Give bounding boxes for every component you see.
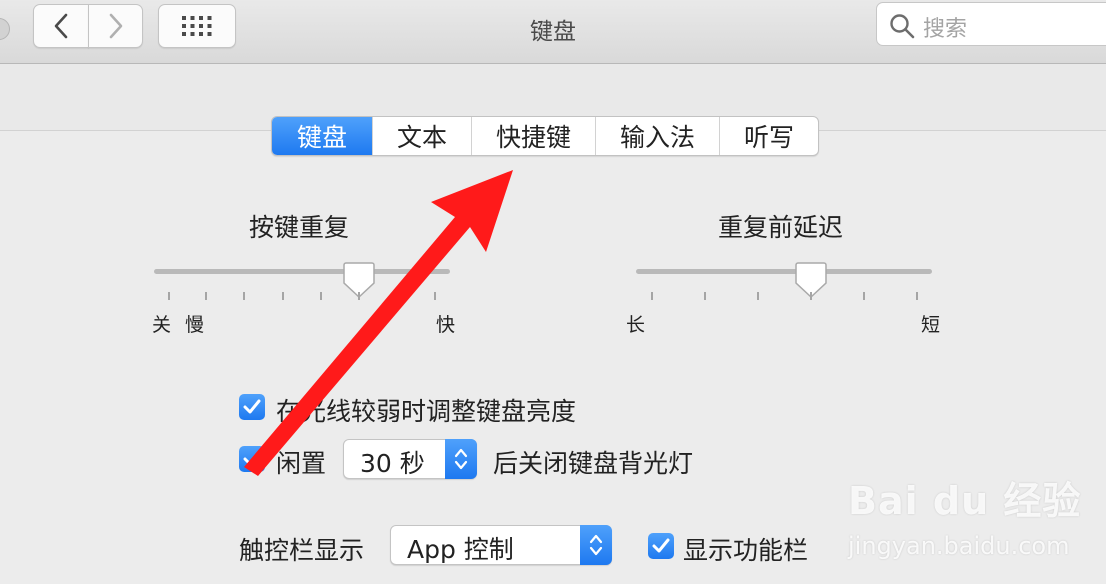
checkmark-icon	[243, 399, 261, 414]
tab-keyboard[interactable]: 键盘	[272, 117, 373, 155]
tab-bar: 键盘 文本 快捷键 输入法 听写	[271, 116, 819, 156]
up-down-chevron-icon	[589, 534, 603, 556]
idle-duration-value: 30 秒	[360, 449, 425, 478]
delay-tick	[810, 292, 812, 300]
baidu-watermark-url: jingyan.baidu.com	[848, 532, 1070, 560]
checkmark-icon	[652, 538, 670, 553]
key-repeat-label-slow: 慢	[185, 314, 205, 336]
tab-dictation[interactable]: 听写	[720, 117, 818, 155]
idle-prefix-label: 闲置	[276, 449, 327, 478]
idle-suffix-label: 后关闭键盘背光灯	[493, 449, 694, 478]
key-repeat-tick	[205, 292, 207, 300]
delay-tick	[757, 292, 759, 300]
key-repeat-title: 按键重复	[249, 213, 350, 242]
idle-backlight-checkbox[interactable]	[239, 446, 265, 472]
delay-tick	[863, 292, 865, 300]
delay-label-long: 长	[626, 314, 646, 336]
key-repeat-tick	[358, 292, 360, 300]
popup-stepper	[445, 439, 477, 479]
delay-tick	[916, 292, 918, 300]
adjust-brightness-checkbox[interactable]	[239, 394, 265, 420]
show-fn-keys-label: 显示功能栏	[683, 536, 809, 565]
popup-stepper	[580, 525, 612, 565]
touch-bar-label: 触控栏显示	[239, 536, 365, 565]
baidu-watermark-logo: Bai du 经验	[848, 479, 1082, 523]
title-bar: 键盘 搜索	[0, 0, 1106, 64]
key-repeat-track[interactable]	[154, 269, 450, 274]
key-repeat-label-off: 关	[152, 314, 172, 336]
key-repeat-tick	[320, 292, 322, 300]
search-field[interactable]: 搜索	[876, 2, 1106, 46]
touch-bar-value: App 控制	[407, 535, 514, 564]
delay-tick	[651, 292, 653, 300]
key-repeat-tick	[243, 292, 245, 300]
delay-label-short: 短	[921, 314, 941, 336]
search-icon	[890, 14, 915, 39]
up-down-chevron-icon	[454, 448, 468, 470]
key-repeat-tick	[282, 292, 284, 300]
delay-until-repeat-track[interactable]	[636, 269, 932, 274]
delay-tick	[704, 292, 706, 300]
tab-shortcuts[interactable]: 快捷键	[472, 117, 596, 155]
tab-input-sources[interactable]: 输入法	[596, 117, 720, 155]
delay-until-repeat-title: 重复前延迟	[718, 213, 844, 242]
checkmark-icon	[243, 451, 261, 466]
adjust-brightness-label: 在光线较弱时调整键盘亮度	[276, 397, 577, 426]
touch-bar-popup[interactable]: App 控制	[390, 525, 612, 565]
idle-duration-popup[interactable]: 30 秒	[343, 439, 477, 479]
show-fn-keys-checkbox[interactable]	[648, 533, 674, 559]
key-repeat-tick	[168, 292, 170, 300]
key-repeat-tick	[396, 292, 398, 300]
search-placeholder: 搜索	[923, 17, 968, 42]
tab-text[interactable]: 文本	[373, 117, 472, 155]
key-repeat-label-fast: 快	[436, 314, 456, 336]
key-repeat-tick	[434, 292, 436, 300]
